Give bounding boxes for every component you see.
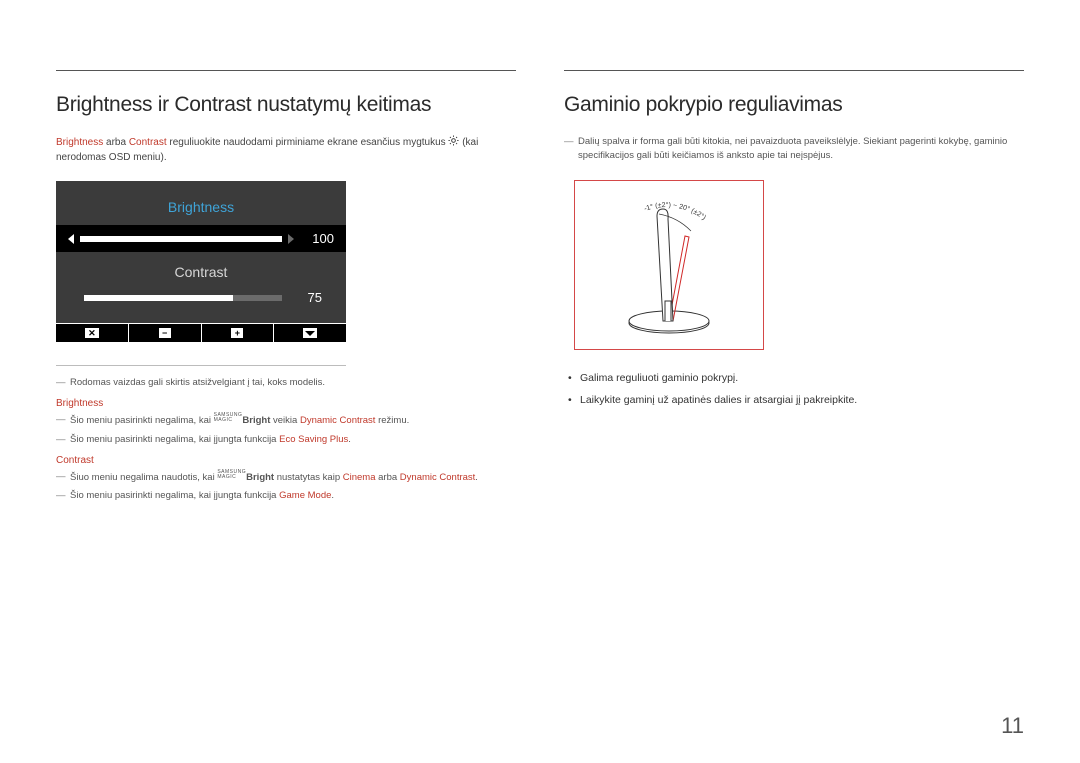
tilt-range-label: -1° (±2°) ~ 20° (±2°) <box>643 201 707 222</box>
intro-text: Brightness arba Contrast reguliuokite na… <box>56 135 516 165</box>
contrast-note-2: Šio meniu pasirinkti negalima, kai įjung… <box>56 489 516 503</box>
osd-contrast-bar <box>84 295 282 301</box>
minus-icon: − <box>159 328 171 338</box>
samsung-magic-brand: SAMSUNGMAGIC <box>214 413 243 423</box>
tilt-diagram: -1° (±2°) ~ 20° (±2°) <box>574 180 764 350</box>
close-icon: ✕ <box>85 328 99 338</box>
osd-brightness-value: 100 <box>300 231 334 246</box>
osd-brightness-label: Brightness <box>56 199 346 215</box>
osd-brightness-slider-row: 100 <box>56 225 346 252</box>
osd-close-button: ✕ <box>56 324 129 342</box>
osd-button-bar: ✕ − + <box>56 323 346 343</box>
chevron-down-icon <box>303 328 317 338</box>
tilt-bullet-2: Laikykite gaminį už apatinės dalies ir a… <box>564 392 1024 409</box>
osd-contrast-value: 75 <box>288 290 322 305</box>
subhead-contrast: Contrast <box>56 455 516 466</box>
contrast-note-1: Šiuo meniu negalima naudotis, kai SAMSUN… <box>56 470 516 485</box>
brightness-note-2: Šio meniu pasirinkti negalima, kai įjung… <box>56 433 516 447</box>
divider <box>56 365 346 366</box>
tilt-disclaimer-note: Dalių spalva ir forma gali būti kitokia,… <box>564 135 1024 164</box>
brightness-note-1: Šio meniu pasirinkti negalima, kai SAMSU… <box>56 413 516 428</box>
tilt-bullet-1: Galima reguliuoti gaminio pokrypį. <box>564 370 1024 387</box>
osd-minus-button: − <box>129 324 202 342</box>
page-number: 11 <box>1001 713 1024 739</box>
kw-contrast: Contrast <box>129 137 167 148</box>
plus-icon: + <box>231 328 243 338</box>
samsung-magic-brand: SAMSUNGMAGIC <box>217 470 246 480</box>
osd-arrow-left-icon <box>68 234 74 244</box>
osd-contrast-label: Contrast <box>56 264 346 280</box>
subhead-brightness: Brightness <box>56 398 516 409</box>
kw-brightness: Brightness <box>56 137 103 148</box>
svg-text:-1° (±2°) ~ 20° (±2°): -1° (±2°) ~ 20° (±2°) <box>643 201 707 222</box>
heading-brightness-contrast: Brightness ir Contrast nustatymų keitima… <box>56 93 516 117</box>
osd-plus-button: + <box>202 324 275 342</box>
heading-tilt-adjustment: Gaminio pokrypio reguliavimas <box>564 93 1024 117</box>
brightness-icon <box>448 135 459 146</box>
osd-down-button <box>274 324 346 342</box>
osd-panel: Brightness 100 Contrast 75 <box>56 181 346 323</box>
osd-contrast-slider-row: 75 <box>56 290 346 305</box>
note-image-may-differ: Rodomas vaizdas gali skirtis atsižvelgia… <box>56 376 516 390</box>
osd-arrow-right-icon <box>288 234 294 244</box>
osd-brightness-bar <box>80 236 282 242</box>
